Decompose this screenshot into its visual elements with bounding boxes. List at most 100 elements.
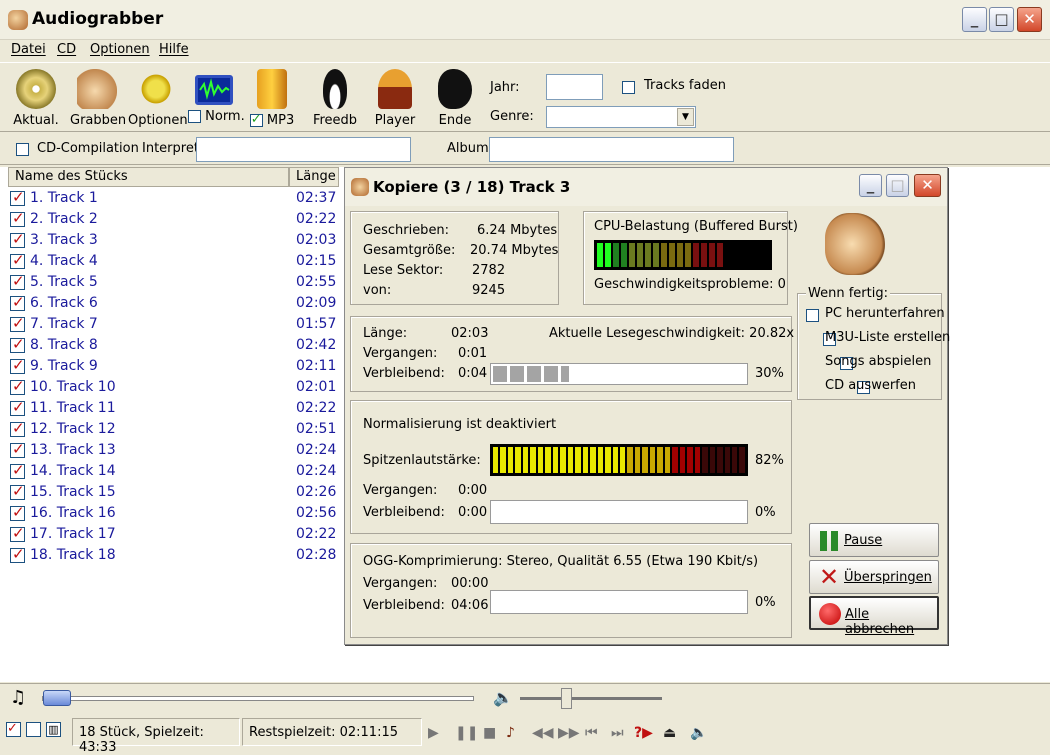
mp3-checkbox[interactable] <box>249 112 263 127</box>
position-slider-thumb[interactable] <box>43 690 71 706</box>
track-name: 6. Track 6 <box>30 295 98 311</box>
stop-icon[interactable]: ■ <box>483 725 496 741</box>
norm-button[interactable]: Norm. <box>188 69 245 124</box>
track-checkbox[interactable] <box>10 209 25 227</box>
cd-compilation-checkbox[interactable] <box>16 143 29 156</box>
norm-verbleibend-label: Verbleibend: <box>363 505 445 520</box>
grabben-button[interactable]: Grabben <box>70 69 126 128</box>
track-row[interactable]: 10. Track 10 02:01 <box>8 377 338 399</box>
random-play-icon[interactable]: ?▶ <box>634 725 653 741</box>
stats-group: Geschrieben: 6.24 Mbytes Gesamtgröße: 20… <box>350 211 559 305</box>
menu-cd[interactable]: CD <box>57 42 76 57</box>
abort-all-button[interactable]: Alle abbrechen <box>809 596 939 637</box>
position-slider-track[interactable] <box>42 696 474 701</box>
next-track-icon[interactable]: ⏭ <box>611 725 624 741</box>
interpret-input[interactable] <box>196 137 411 162</box>
track-checkbox[interactable] <box>10 272 25 290</box>
led-segment <box>637 243 643 267</box>
dialog-minimize-button[interactable]: _ <box>859 174 882 197</box>
previous-track-icon[interactable]: ⏮ <box>585 725 598 741</box>
track-checkbox[interactable] <box>10 314 25 332</box>
rewind-icon[interactable]: ◀◀ <box>532 725 554 741</box>
mp3-button[interactable]: MP3 <box>246 69 298 128</box>
menu-hilfe[interactable]: Hilfe <box>159 42 189 57</box>
track-row[interactable]: 15. Track 15 02:26 <box>8 482 338 504</box>
pause-button[interactable]: Pause <box>809 523 939 557</box>
track-checkbox[interactable] <box>10 251 25 269</box>
menu-datei[interactable]: Datei <box>11 42 46 57</box>
track-row[interactable]: 18. Track 18 02:28 <box>8 545 338 567</box>
tracks-faden-checkbox[interactable] <box>622 81 635 94</box>
chevron-down-icon[interactable]: ▼ <box>677 108 694 126</box>
pc-herunterfahren-checkbox[interactable] <box>806 309 819 322</box>
track-checkbox[interactable] <box>10 356 25 374</box>
track-row[interactable]: 6. Track 6 02:09 <box>8 293 338 315</box>
track-checkbox[interactable] <box>10 293 25 311</box>
maximize-button[interactable]: □ <box>989 7 1014 32</box>
track-checkbox[interactable] <box>10 230 25 248</box>
track-row[interactable]: 1. Track 1 02:37 <box>8 188 338 210</box>
aktual-button[interactable]: Aktual. <box>12 69 60 128</box>
player-button[interactable]: Player <box>372 69 418 128</box>
track-row[interactable]: 9. Track 9 02:11 <box>8 356 338 378</box>
track-checkbox[interactable] <box>10 377 25 395</box>
norm-checkbox[interactable] <box>188 110 201 123</box>
track-name: 13. Track 13 <box>30 442 116 458</box>
skip-button[interactable]: ✕ Überspringen <box>809 560 939 594</box>
optionen-button[interactable]: Optionen <box>128 69 188 128</box>
freedb-button[interactable]: Freedb <box>310 69 360 128</box>
eject-icon[interactable]: ⏏ <box>663 725 676 741</box>
select-all-icon[interactable]: ✓ <box>6 722 21 737</box>
track-checkbox[interactable] <box>10 524 25 542</box>
track-checkbox[interactable] <box>10 398 25 416</box>
volume-icon[interactable]: 🔈 <box>690 725 707 741</box>
guitar-icon[interactable]: ♪ <box>506 725 515 741</box>
track-row[interactable]: 4. Track 4 02:15 <box>8 251 338 273</box>
play-icon[interactable]: ▶ <box>428 725 439 741</box>
track-row[interactable]: 12. Track 12 02:51 <box>8 419 338 441</box>
speed-problems: Geschwindigkeitsprobleme: 0 <box>594 277 786 292</box>
track-row[interactable]: 5. Track 5 02:55 <box>8 272 338 294</box>
album-input[interactable] <box>489 137 734 162</box>
copy-dialog: Kopiere (3 / 18) Track 3 _ □ ✕ Geschrieb… <box>344 167 950 645</box>
jahr-input[interactable] <box>546 74 603 100</box>
track-checkbox[interactable] <box>10 461 25 479</box>
column-header-name[interactable]: Name des Stücks <box>8 167 289 187</box>
invert-selection-icon[interactable]: ▥ <box>46 722 61 737</box>
track-row[interactable]: 3. Track 3 02:03 <box>8 230 338 252</box>
track-checkbox[interactable] <box>10 335 25 353</box>
dialog-close-button[interactable]: ✕ <box>914 174 941 197</box>
track-checkbox[interactable] <box>10 419 25 437</box>
led-segment <box>687 447 693 473</box>
track-row[interactable]: 11. Track 11 02:22 <box>8 398 338 420</box>
track-checkbox[interactable] <box>10 482 25 500</box>
album-info-row: CD-Compilation Interpret Album <box>0 133 1050 165</box>
track-checkbox[interactable] <box>10 545 25 563</box>
red-x-icon: ✕ <box>819 563 840 591</box>
track-row[interactable]: 8. Track 8 02:42 <box>8 335 338 357</box>
pause-control-icon[interactable]: ❚❚ <box>455 725 478 741</box>
track-name: 9. Track 9 <box>30 358 98 374</box>
track-checkbox[interactable] <box>10 188 25 206</box>
volume-slider-thumb[interactable] <box>561 688 572 709</box>
column-header-length[interactable]: Länge <box>289 167 339 187</box>
led-segment <box>702 447 708 473</box>
track-checkbox[interactable] <box>10 503 25 521</box>
track-row[interactable]: 13. Track 13 02:24 <box>8 440 338 462</box>
forward-icon[interactable]: ▶▶ <box>558 725 580 741</box>
dialog-maximize-button[interactable]: □ <box>886 174 909 197</box>
track-row[interactable]: 17. Track 17 02:22 <box>8 524 338 546</box>
track-row[interactable]: 16. Track 16 02:56 <box>8 503 338 525</box>
genre-select[interactable]: ▼ <box>546 106 696 128</box>
minimize-button[interactable]: _ <box>962 7 987 32</box>
menu-optionen[interactable]: Optionen <box>90 42 150 57</box>
ende-button[interactable]: Ende <box>432 69 478 128</box>
ogg-vergangen-label: Vergangen: <box>363 576 438 591</box>
track-row[interactable]: 7. Track 7 01:57 <box>8 314 338 336</box>
track-row[interactable]: 14. Track 14 02:24 <box>8 461 338 483</box>
track-checkbox[interactable] <box>10 440 25 458</box>
select-none-icon[interactable] <box>26 722 41 737</box>
track-row[interactable]: 2. Track 2 02:22 <box>8 209 338 231</box>
close-button[interactable]: ✕ <box>1017 7 1042 32</box>
volume-slider-track[interactable] <box>520 697 662 700</box>
